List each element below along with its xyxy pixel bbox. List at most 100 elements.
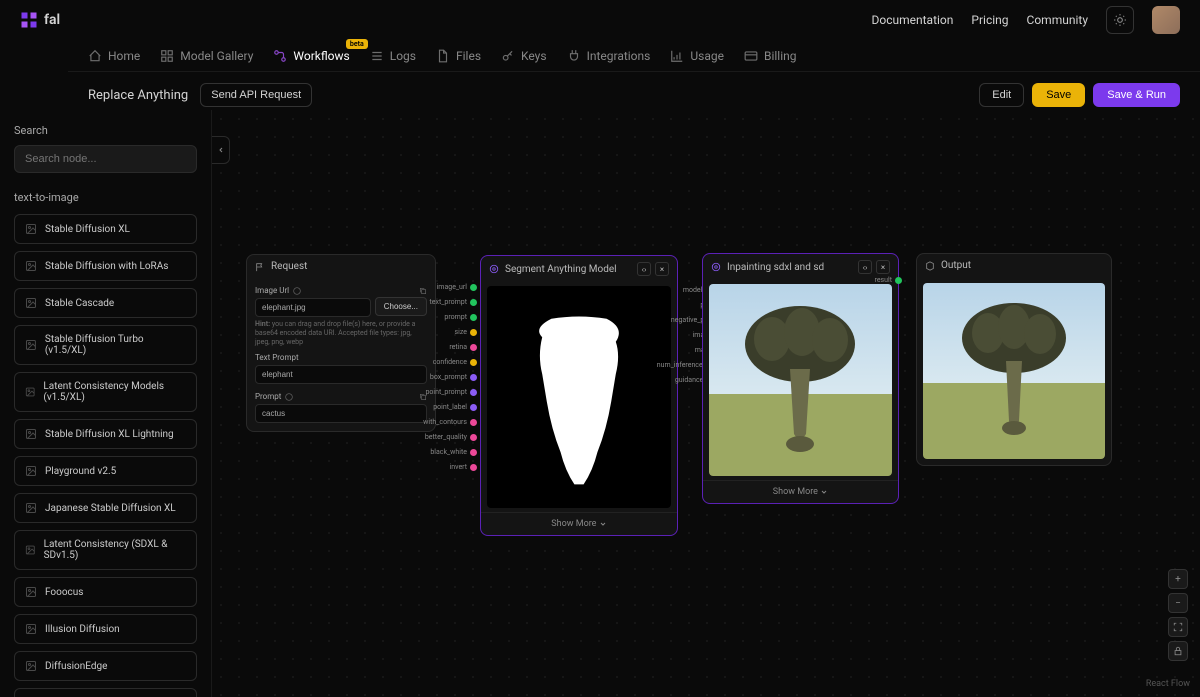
nav-pricing[interactable]: Pricing [971, 13, 1008, 27]
chevron-down-icon [599, 520, 607, 528]
save-run-button[interactable]: Save & Run [1093, 83, 1180, 107]
output-port[interactable]: invert [423, 461, 477, 473]
output-port[interactable]: retina [423, 341, 477, 353]
model-item[interactable]: Stable Cascade [14, 288, 197, 318]
model-item[interactable]: Dreamshaper SDXL Lightning [14, 688, 197, 697]
output-port[interactable]: result [875, 274, 902, 286]
output-port[interactable]: box_prompt [423, 371, 477, 383]
image-url-label: Image Url [255, 286, 289, 295]
expand-icon [1173, 622, 1183, 632]
image-icon [25, 502, 37, 514]
box-icon [925, 261, 935, 271]
brand-logo[interactable]: fal [20, 11, 60, 29]
model-item[interactable]: Stable Diffusion with LoRAs [14, 251, 197, 281]
output-port[interactable]: size [423, 326, 477, 338]
model-item[interactable]: Latent Consistency (SDXL & SDv1.5) [14, 530, 197, 570]
text-prompt-label: Text Prompt [255, 353, 299, 362]
lock-button[interactable] [1168, 641, 1188, 661]
tab-integrations[interactable]: Integrations [567, 43, 651, 69]
output-port[interactable]: text_prompt [423, 296, 477, 308]
node-title: Segment Anything Model [505, 264, 617, 275]
node-title: Output [941, 260, 971, 271]
model-item[interactable]: Fooocus [14, 577, 197, 607]
flag-icon [255, 262, 265, 272]
tab-home[interactable]: Home [88, 43, 140, 69]
tab-keys[interactable]: Keys [501, 43, 547, 69]
fit-view-button[interactable] [1168, 617, 1188, 637]
node-request[interactable]: Request Image Url Choose... Hint: you ca… [246, 254, 436, 432]
node-collapse-button[interactable]: ‹› [637, 262, 651, 276]
model-item[interactable]: Stable Diffusion Turbo (v1.5/XL) [14, 325, 197, 365]
theme-toggle[interactable] [1106, 6, 1134, 34]
image-icon [25, 465, 37, 477]
workflow-name: Replace Anything [88, 88, 188, 103]
node-output[interactable]: Output [916, 253, 1112, 466]
beta-badge: beta [346, 39, 368, 49]
model-item[interactable]: Japanese Stable Diffusion XL [14, 493, 197, 523]
tab-logs[interactable]: Logs [370, 43, 416, 69]
logo-icon [20, 11, 38, 29]
image-icon [25, 428, 37, 440]
tab-billing[interactable]: Billing [744, 43, 797, 69]
show-more-button[interactable]: Show More [481, 512, 677, 535]
lock-icon [1173, 646, 1183, 656]
send-api-button[interactable]: Send API Request [200, 83, 312, 107]
node-close-button[interactable]: × [876, 260, 890, 274]
flow-icon [273, 49, 287, 63]
zoom-out-button[interactable]: − [1168, 593, 1188, 613]
list-icon [370, 49, 384, 63]
save-button[interactable]: Save [1032, 83, 1085, 107]
tab-workflows[interactable]: Workflowsbeta [273, 43, 349, 69]
node-title: Inpainting sdxl and sd [727, 262, 824, 273]
output-port[interactable]: with_contours [423, 416, 477, 428]
info-icon [293, 287, 301, 295]
output-port[interactable]: image_url [423, 281, 477, 293]
sun-icon [1113, 13, 1127, 27]
chart-icon [670, 49, 684, 63]
output-port[interactable]: point_label [423, 401, 477, 413]
grid-icon [160, 49, 174, 63]
model-item[interactable]: Stable Diffusion XL Lightning [14, 419, 197, 449]
node-segment-anything[interactable]: Segment Anything Model ‹› × Show More mo… [480, 255, 678, 536]
output-port[interactable]: black_white [423, 446, 477, 458]
node-title: Request [271, 261, 307, 272]
tab-usage[interactable]: Usage [670, 43, 724, 69]
choose-file-button[interactable]: Choose... [375, 297, 427, 316]
nav-community[interactable]: Community [1027, 13, 1088, 27]
tab-files[interactable]: Files [436, 43, 481, 69]
image-icon [25, 297, 37, 309]
output-preview [923, 283, 1105, 459]
output-port[interactable]: prompt [423, 311, 477, 323]
collapse-sidebar-button[interactable] [212, 136, 230, 164]
model-item[interactable]: Stable Diffusion XL [14, 214, 197, 244]
upload-hint: Hint: you can drag and drop file(s) here… [255, 320, 427, 347]
model-item[interactable]: Latent Consistency Models (v1.5/XL) [14, 372, 197, 412]
edit-button[interactable]: Edit [979, 83, 1024, 107]
image-icon [25, 623, 37, 635]
search-input[interactable] [14, 145, 197, 173]
image-icon [25, 544, 36, 556]
image-icon [25, 660, 37, 672]
text-prompt-input[interactable] [255, 365, 427, 384]
inpainting-preview [709, 284, 892, 476]
image-url-input[interactable] [255, 298, 371, 317]
zoom-in-button[interactable]: + [1168, 569, 1188, 589]
model-item[interactable]: DiffusionEdge [14, 651, 197, 681]
user-avatar[interactable] [1152, 6, 1180, 34]
node-close-button[interactable]: × [655, 262, 669, 276]
output-port[interactable]: confidence [423, 356, 477, 368]
tab-model-gallery[interactable]: Model Gallery [160, 43, 253, 69]
node-inpainting[interactable]: Inpainting sdxl and sd ‹› × Show More re… [702, 253, 899, 504]
output-port[interactable]: better_quality [423, 431, 477, 443]
node-collapse-button[interactable]: ‹› [858, 260, 872, 274]
prompt-input[interactable] [255, 404, 427, 423]
prompt-label: Prompt [255, 392, 281, 401]
nav-documentation[interactable]: Documentation [872, 13, 954, 27]
model-item[interactable]: Illusion Diffusion [14, 614, 197, 644]
chevron-left-icon [217, 146, 225, 154]
segmentation-preview [487, 286, 671, 508]
model-item[interactable]: Playground v2.5 [14, 456, 197, 486]
image-icon [25, 339, 37, 351]
output-port[interactable]: point_prompt [423, 386, 477, 398]
show-more-button[interactable]: Show More [703, 480, 898, 503]
